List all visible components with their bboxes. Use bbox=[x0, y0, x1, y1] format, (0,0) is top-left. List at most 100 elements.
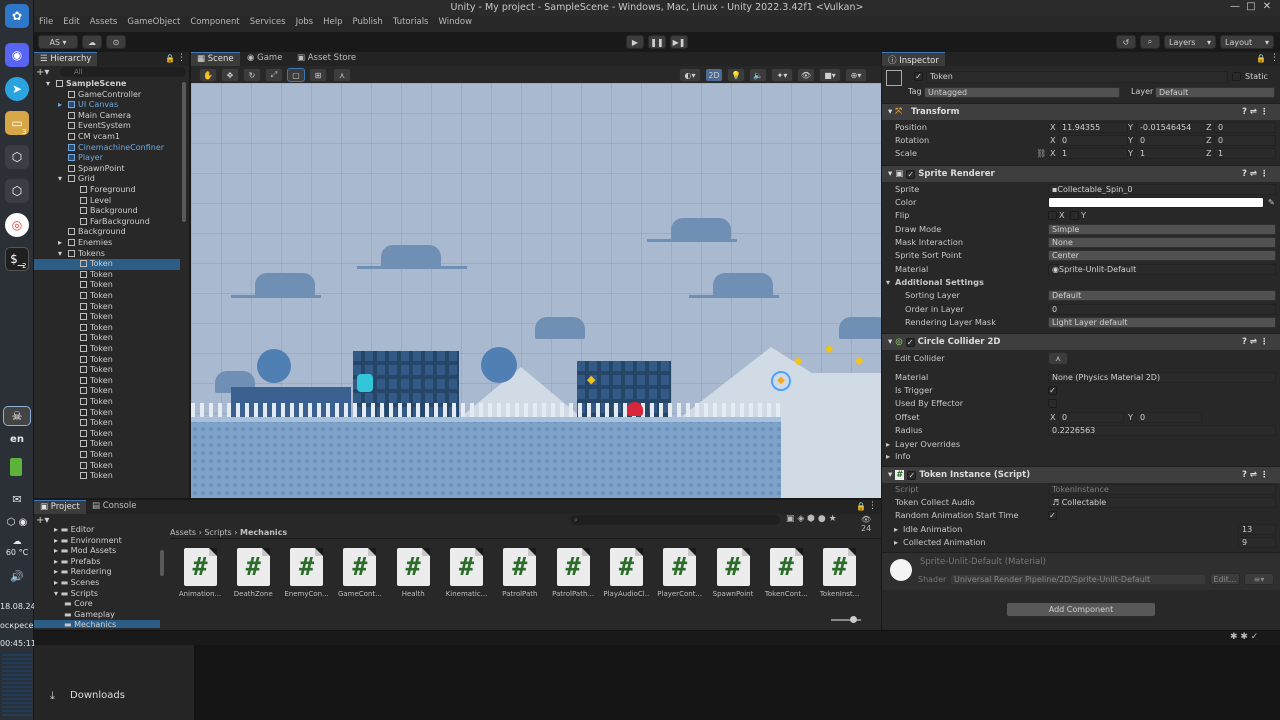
help-icon[interactable]: ? ⇌ ⋮ bbox=[1242, 104, 1268, 120]
lock-icon[interactable]: 🔒 bbox=[1256, 54, 1266, 63]
zoom-slider-handle[interactable] bbox=[850, 616, 857, 623]
kebab-icon[interactable]: ⋮ bbox=[868, 501, 877, 511]
menu-jobs[interactable]: Jobs bbox=[291, 16, 319, 27]
scale-z[interactable]: 1 bbox=[1214, 148, 1276, 159]
rect-tool-icon[interactable]: ▢ bbox=[287, 68, 305, 82]
menu-assets[interactable]: Assets bbox=[85, 16, 123, 27]
eyedropper-icon[interactable]: ✎ bbox=[1268, 196, 1275, 209]
add-icon[interactable]: +▾ bbox=[36, 67, 56, 78]
folder-item[interactable]: ▬ Gameplay bbox=[34, 610, 160, 621]
token-sprite[interactable]: ◆ bbox=[825, 342, 833, 355]
trigger-checkbox[interactable]: ✓ bbox=[1048, 386, 1057, 395]
hierarchy-item[interactable]: Token bbox=[34, 355, 180, 366]
folder-item[interactable]: ▸ ▬ Mod Assets bbox=[34, 546, 160, 557]
ubuntu-icon[interactable]: ✿ bbox=[5, 4, 29, 28]
tab-asset-store[interactable]: ▣ Asset Store bbox=[291, 52, 362, 66]
tab-console[interactable]: ▤ Console bbox=[86, 500, 142, 514]
telegram-icon[interactable]: ➤ bbox=[5, 77, 29, 101]
cloud-icon[interactable]: ☁ bbox=[82, 35, 102, 49]
rotation-z[interactable]: 0 bbox=[1214, 135, 1276, 146]
lock-icon[interactable]: 🔒 bbox=[165, 54, 175, 63]
menu-window[interactable]: Window bbox=[434, 16, 478, 27]
tag-dropdown[interactable]: Untagged bbox=[924, 87, 1120, 98]
token-sprite[interactable]: ◆ bbox=[587, 373, 595, 386]
menu-publish[interactable]: Publish bbox=[348, 16, 388, 27]
token-sprite[interactable]: ◆ bbox=[794, 354, 802, 367]
hierarchy-item[interactable]: FarBackground bbox=[34, 217, 180, 228]
hierarchy-item[interactable]: Foreground bbox=[34, 185, 180, 196]
idle-row[interactable]: ▸ Idle Animation 13 bbox=[882, 523, 1280, 536]
radius-field[interactable]: 0.2226563 bbox=[1048, 425, 1276, 436]
script-asset[interactable]: # PatrolPath... bbox=[550, 548, 596, 598]
hierarchy-item[interactable]: CM vcam1 bbox=[34, 132, 180, 143]
help-icon[interactable]: ? ⇌ ⋮ bbox=[1242, 334, 1268, 350]
random-start-checkbox[interactable]: ✓ bbox=[1048, 511, 1057, 520]
folder-item[interactable]: ▬ Mechanics bbox=[34, 620, 160, 628]
hierarchy-item[interactable]: Token bbox=[34, 280, 180, 291]
pause-button[interactable]: ❚❚ bbox=[648, 35, 666, 49]
shading-mode-icon[interactable]: ◐▾ bbox=[679, 68, 701, 82]
foldout-icon[interactable]: ▾ bbox=[58, 174, 62, 185]
active-checkbox[interactable]: ✓ bbox=[914, 72, 923, 81]
script-asset[interactable]: # SpawnPoint bbox=[710, 548, 756, 598]
workspace-icon[interactable]: ☠ bbox=[3, 406, 31, 426]
search-icon[interactable]: ⌕ bbox=[1140, 35, 1160, 49]
hierarchy-item[interactable]: Token bbox=[34, 439, 180, 450]
menu-services[interactable]: Services bbox=[245, 16, 291, 27]
transform-tool-icon[interactable]: ⊞ bbox=[309, 68, 327, 82]
hierarchy-item[interactable]: Background bbox=[34, 227, 180, 238]
gizmos-icon[interactable]: ⊕▾ bbox=[845, 68, 867, 82]
layer-dropdown[interactable]: Default bbox=[1155, 87, 1275, 98]
hierarchy-item[interactable]: Token bbox=[34, 302, 180, 313]
downloads-label[interactable]: Downloads bbox=[70, 690, 125, 701]
position-z[interactable]: 0 bbox=[1214, 122, 1276, 133]
script-header[interactable]: ▾ # ✓ Token Instance (Script) ? ⇌ ⋮ bbox=[882, 466, 1280, 483]
minimize-icon[interactable]: — bbox=[1228, 1, 1242, 15]
hierarchy-item[interactable]: Token bbox=[34, 461, 180, 472]
order-field[interactable]: 0 bbox=[1048, 304, 1276, 315]
sprite-renderer-enabled[interactable]: ✓ bbox=[906, 170, 916, 179]
hand-tool-icon[interactable]: ✋ bbox=[199, 68, 217, 82]
unity-hub-icon[interactable]: ⬡ bbox=[5, 145, 29, 169]
effects-icon[interactable]: ✦▾ bbox=[771, 68, 793, 82]
visibility-icon[interactable]: 👁 bbox=[797, 68, 815, 82]
script-asset[interactable]: # GameCont... bbox=[337, 548, 383, 598]
filter-icons[interactable]: ▣ ◈ ⬢ ● ★ bbox=[786, 514, 837, 524]
foldout-icon[interactable]: ▸ bbox=[58, 238, 62, 249]
hierarchy-item[interactable]: ▸ Enemies bbox=[34, 238, 180, 249]
script-enabled[interactable]: ✓ bbox=[907, 471, 917, 480]
sort-point-dropdown[interactable]: Center bbox=[1048, 250, 1276, 261]
keyboard-layout[interactable]: en bbox=[0, 434, 34, 445]
folder-item[interactable]: ▸ ▬ Rendering bbox=[34, 567, 160, 578]
scale-tool-icon[interactable]: ⤢ bbox=[265, 68, 283, 82]
tab-hierarchy[interactable]: ☰ Hierarchy bbox=[34, 52, 98, 66]
foldout-icon[interactable]: ▸ bbox=[58, 100, 62, 111]
position-x[interactable]: 11.94355 bbox=[1058, 122, 1128, 133]
hierarchy-item[interactable]: ▾ SampleScene bbox=[34, 79, 180, 90]
script-asset[interactable]: # Health bbox=[390, 548, 436, 598]
hierarchy-item[interactable]: Token bbox=[34, 429, 180, 440]
material-field[interactable]: ◉Sprite-Unlit-Default bbox=[1048, 264, 1276, 275]
status-icons[interactable]: ✱ ✱ ✓ bbox=[1230, 632, 1258, 642]
folder-item[interactable]: ▸ ▬ Prefabs bbox=[34, 557, 160, 568]
mask-dropdown[interactable]: None bbox=[1048, 237, 1276, 248]
volume-icon[interactable]: 🔊 bbox=[0, 570, 34, 583]
mail-icon[interactable]: ✉ bbox=[0, 493, 34, 506]
selected-token-gizmo[interactable]: ◆ bbox=[771, 371, 791, 391]
tab-scene[interactable]: ▦ Scene bbox=[191, 52, 240, 66]
add-component-button[interactable]: Add Component bbox=[1006, 602, 1156, 617]
flip-x-checkbox[interactable] bbox=[1048, 211, 1057, 220]
kebab-icon[interactable]: ⋮ bbox=[1270, 53, 1279, 63]
foldout-icon[interactable]: ▾ bbox=[46, 79, 50, 90]
hierarchy-item[interactable]: Token bbox=[34, 471, 180, 482]
step-button[interactable]: ▶❚ bbox=[670, 35, 688, 49]
breadcrumb-scripts[interactable]: Scripts bbox=[204, 528, 231, 537]
transform-header[interactable]: ▾ ⤧ Transform ? ⇌ ⋮ bbox=[882, 103, 1280, 120]
hierarchy-item[interactable]: Token bbox=[34, 408, 180, 419]
hierarchy-item[interactable]: SpawnPoint bbox=[34, 164, 180, 175]
collected-count[interactable]: 9 bbox=[1238, 537, 1276, 548]
menu-gameobject[interactable]: GameObject bbox=[122, 16, 185, 27]
scene-viewport[interactable]: ◆ ◆ ◆ ◆ ◆ bbox=[191, 83, 881, 498]
collab-icon[interactable]: ⊙ bbox=[106, 35, 126, 49]
help-icon[interactable]: ? ⇌ ⋮ bbox=[1242, 467, 1268, 483]
